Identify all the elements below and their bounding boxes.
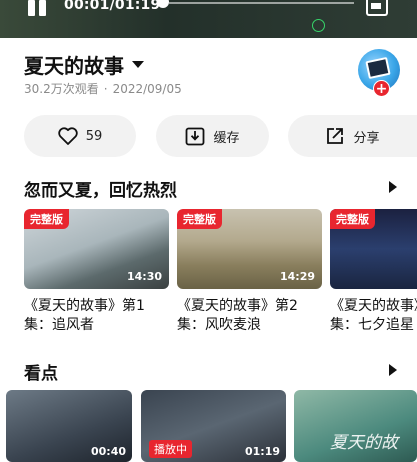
publish-date: 2022/09/05 xyxy=(112,82,182,96)
download-button[interactable]: 缓存 xyxy=(156,115,269,157)
highlight-card[interactable]: 播放中 01:19 xyxy=(141,390,286,462)
highlights-section-title: 看点 xyxy=(24,364,58,384)
like-button[interactable]: 59 xyxy=(24,115,136,157)
view-count: 30.2万次观看 xyxy=(24,82,99,96)
episode-title: 《夏天的故事》第3集：七夕追星 xyxy=(330,298,417,333)
episode-card[interactable]: 完整版 14:29 《夏天的故事》第2集：风吹麦浪 xyxy=(177,209,322,335)
video-meta: 30.2万次观看 · 2022/09/05 xyxy=(24,80,182,97)
highlight-duration: 01:19 xyxy=(244,445,280,458)
full-version-badge: 完整版 xyxy=(330,209,375,229)
loading-ring-icon xyxy=(312,19,325,32)
episode-thumbnail: 完整版 xyxy=(330,209,417,289)
like-count: 59 xyxy=(85,128,103,144)
now-playing-badge: 播放中 xyxy=(149,440,192,458)
download-icon xyxy=(185,126,205,146)
highlight-title-art: 夏天的故 xyxy=(330,433,398,453)
highlight-card[interactable]: 00:40 xyxy=(6,390,132,462)
follow-plus-icon[interactable]: + xyxy=(373,80,390,97)
share-button[interactable]: 分享 xyxy=(288,115,417,157)
episodes-section-title: 忽而又夏，回忆热烈 xyxy=(24,181,177,201)
download-label: 缓存 xyxy=(213,130,240,146)
chevron-right-icon[interactable] xyxy=(389,364,397,376)
share-label: 分享 xyxy=(353,130,380,146)
chevron-down-icon[interactable] xyxy=(132,61,144,68)
video-title-row[interactable]: 夏天的故事 xyxy=(24,50,144,79)
full-version-badge: 完整版 xyxy=(177,209,222,229)
episode-duration: 14:29 xyxy=(279,270,315,283)
video-player[interactable]: 00:01/01:19 xyxy=(0,0,417,38)
highlight-duration: 00:40 xyxy=(90,445,126,458)
episode-thumbnail: 完整版 14:29 xyxy=(177,209,322,289)
tv-icon xyxy=(365,56,391,80)
full-version-badge: 完整版 xyxy=(24,209,69,229)
episode-card[interactable]: 完整版 14:30 《夏天的故事》第1集：追风者 xyxy=(24,209,169,335)
progress-track[interactable] xyxy=(169,2,354,4)
chevron-right-icon[interactable] xyxy=(389,181,397,193)
video-frame xyxy=(0,0,417,38)
share-icon xyxy=(325,126,345,146)
fullscreen-icon[interactable] xyxy=(366,0,388,16)
meta-separator: · xyxy=(103,82,108,96)
video-title: 夏天的故事 xyxy=(24,54,124,78)
episode-duration: 14:30 xyxy=(126,270,162,283)
episode-thumbnail: 完整版 14:30 xyxy=(24,209,169,289)
pause-icon[interactable] xyxy=(24,0,50,16)
heart-icon xyxy=(58,127,78,145)
playback-time: 00:01/01:19 xyxy=(64,0,161,13)
episode-title: 《夏天的故事》第1集：追风者 xyxy=(24,298,145,333)
episode-title: 《夏天的故事》第2集：风吹麦浪 xyxy=(177,298,298,333)
highlight-card[interactable]: 夏天的故 xyxy=(294,390,417,462)
episode-card[interactable]: 完整版 《夏天的故事》第3集：七夕追星 xyxy=(330,209,417,335)
